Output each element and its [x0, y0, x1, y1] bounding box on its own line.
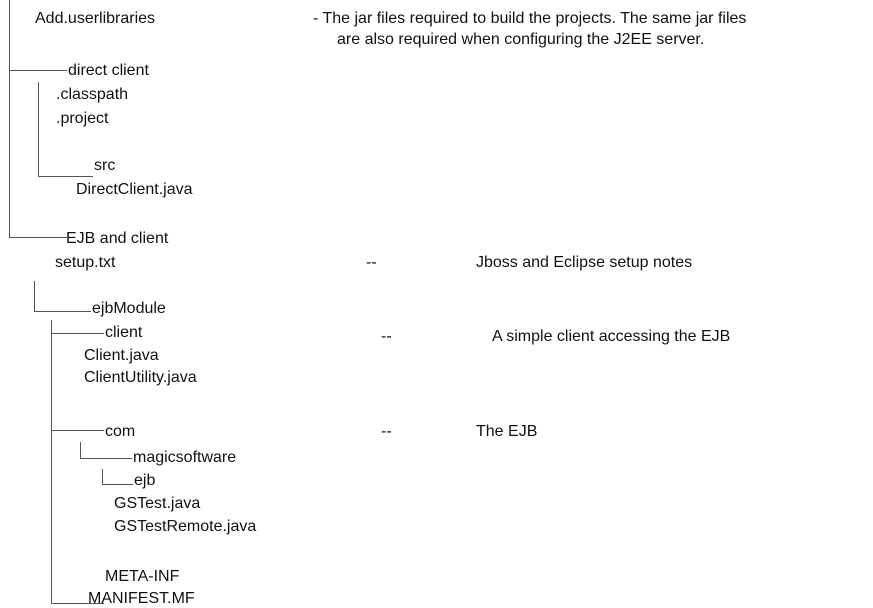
folder-client: client — [105, 324, 143, 341]
folder-com: com — [105, 423, 136, 440]
folder-ejb-and-client: EJB and client — [66, 230, 169, 247]
file-gstest-java: GSTest.java — [114, 495, 201, 512]
setup-dash: -- — [366, 254, 377, 271]
file-client-java: Client.java — [84, 347, 159, 364]
file-gstestremote-java: GSTestRemote.java — [114, 518, 257, 535]
com-branch-line — [51, 430, 104, 431]
direct-client-branch-line — [9, 70, 67, 71]
folder-magicsoftware: magicsoftware — [133, 449, 237, 466]
setup-note: Jboss and Eclipse setup notes — [476, 254, 693, 271]
com-note: The EJB — [476, 423, 538, 440]
root-note-line-1: - The jar files required to build the pr… — [313, 10, 747, 27]
folder-ejbmodule: ejbModule — [92, 300, 166, 317]
folder-meta-inf: META-INF — [105, 568, 180, 585]
ejbmodule-vertical-line — [51, 320, 52, 603]
file-manifest-mf: MANIFEST.MF — [88, 590, 195, 607]
file-classpath: .classpath — [56, 86, 129, 103]
file-directclient-java: DirectClient.java — [76, 181, 193, 198]
magicsoftware-vertical-line — [102, 469, 103, 484]
file-project: .project — [56, 110, 109, 127]
folder-ejb: ejb — [134, 472, 156, 489]
root-note-line-2: are also required when configuring the J… — [337, 31, 705, 48]
direct-client-vertical-line — [38, 82, 39, 176]
ejb-client-branch-line — [9, 237, 67, 238]
file-clientutility-java: ClientUtility.java — [84, 369, 197, 386]
src-branch-line — [38, 176, 93, 177]
root-file-add-userlibraries: Add.userlibraries — [35, 10, 156, 27]
ejb-client-vertical-line — [34, 281, 35, 311]
client-dash: -- — [381, 328, 392, 345]
ejbmodule-branch-line — [34, 311, 91, 312]
file-setup-txt: setup.txt — [55, 254, 116, 271]
folder-src: src — [94, 157, 116, 174]
magicsoftware-branch-line — [80, 458, 132, 459]
root-vertical-line — [9, 0, 10, 237]
folder-direct-client: direct client — [68, 62, 149, 79]
com-vertical-line — [80, 442, 81, 458]
ejb-branch-line — [102, 484, 133, 485]
client-branch-line — [51, 333, 104, 334]
com-dash: -- — [381, 423, 392, 440]
client-note: A simple client accessing the EJB — [492, 328, 731, 345]
